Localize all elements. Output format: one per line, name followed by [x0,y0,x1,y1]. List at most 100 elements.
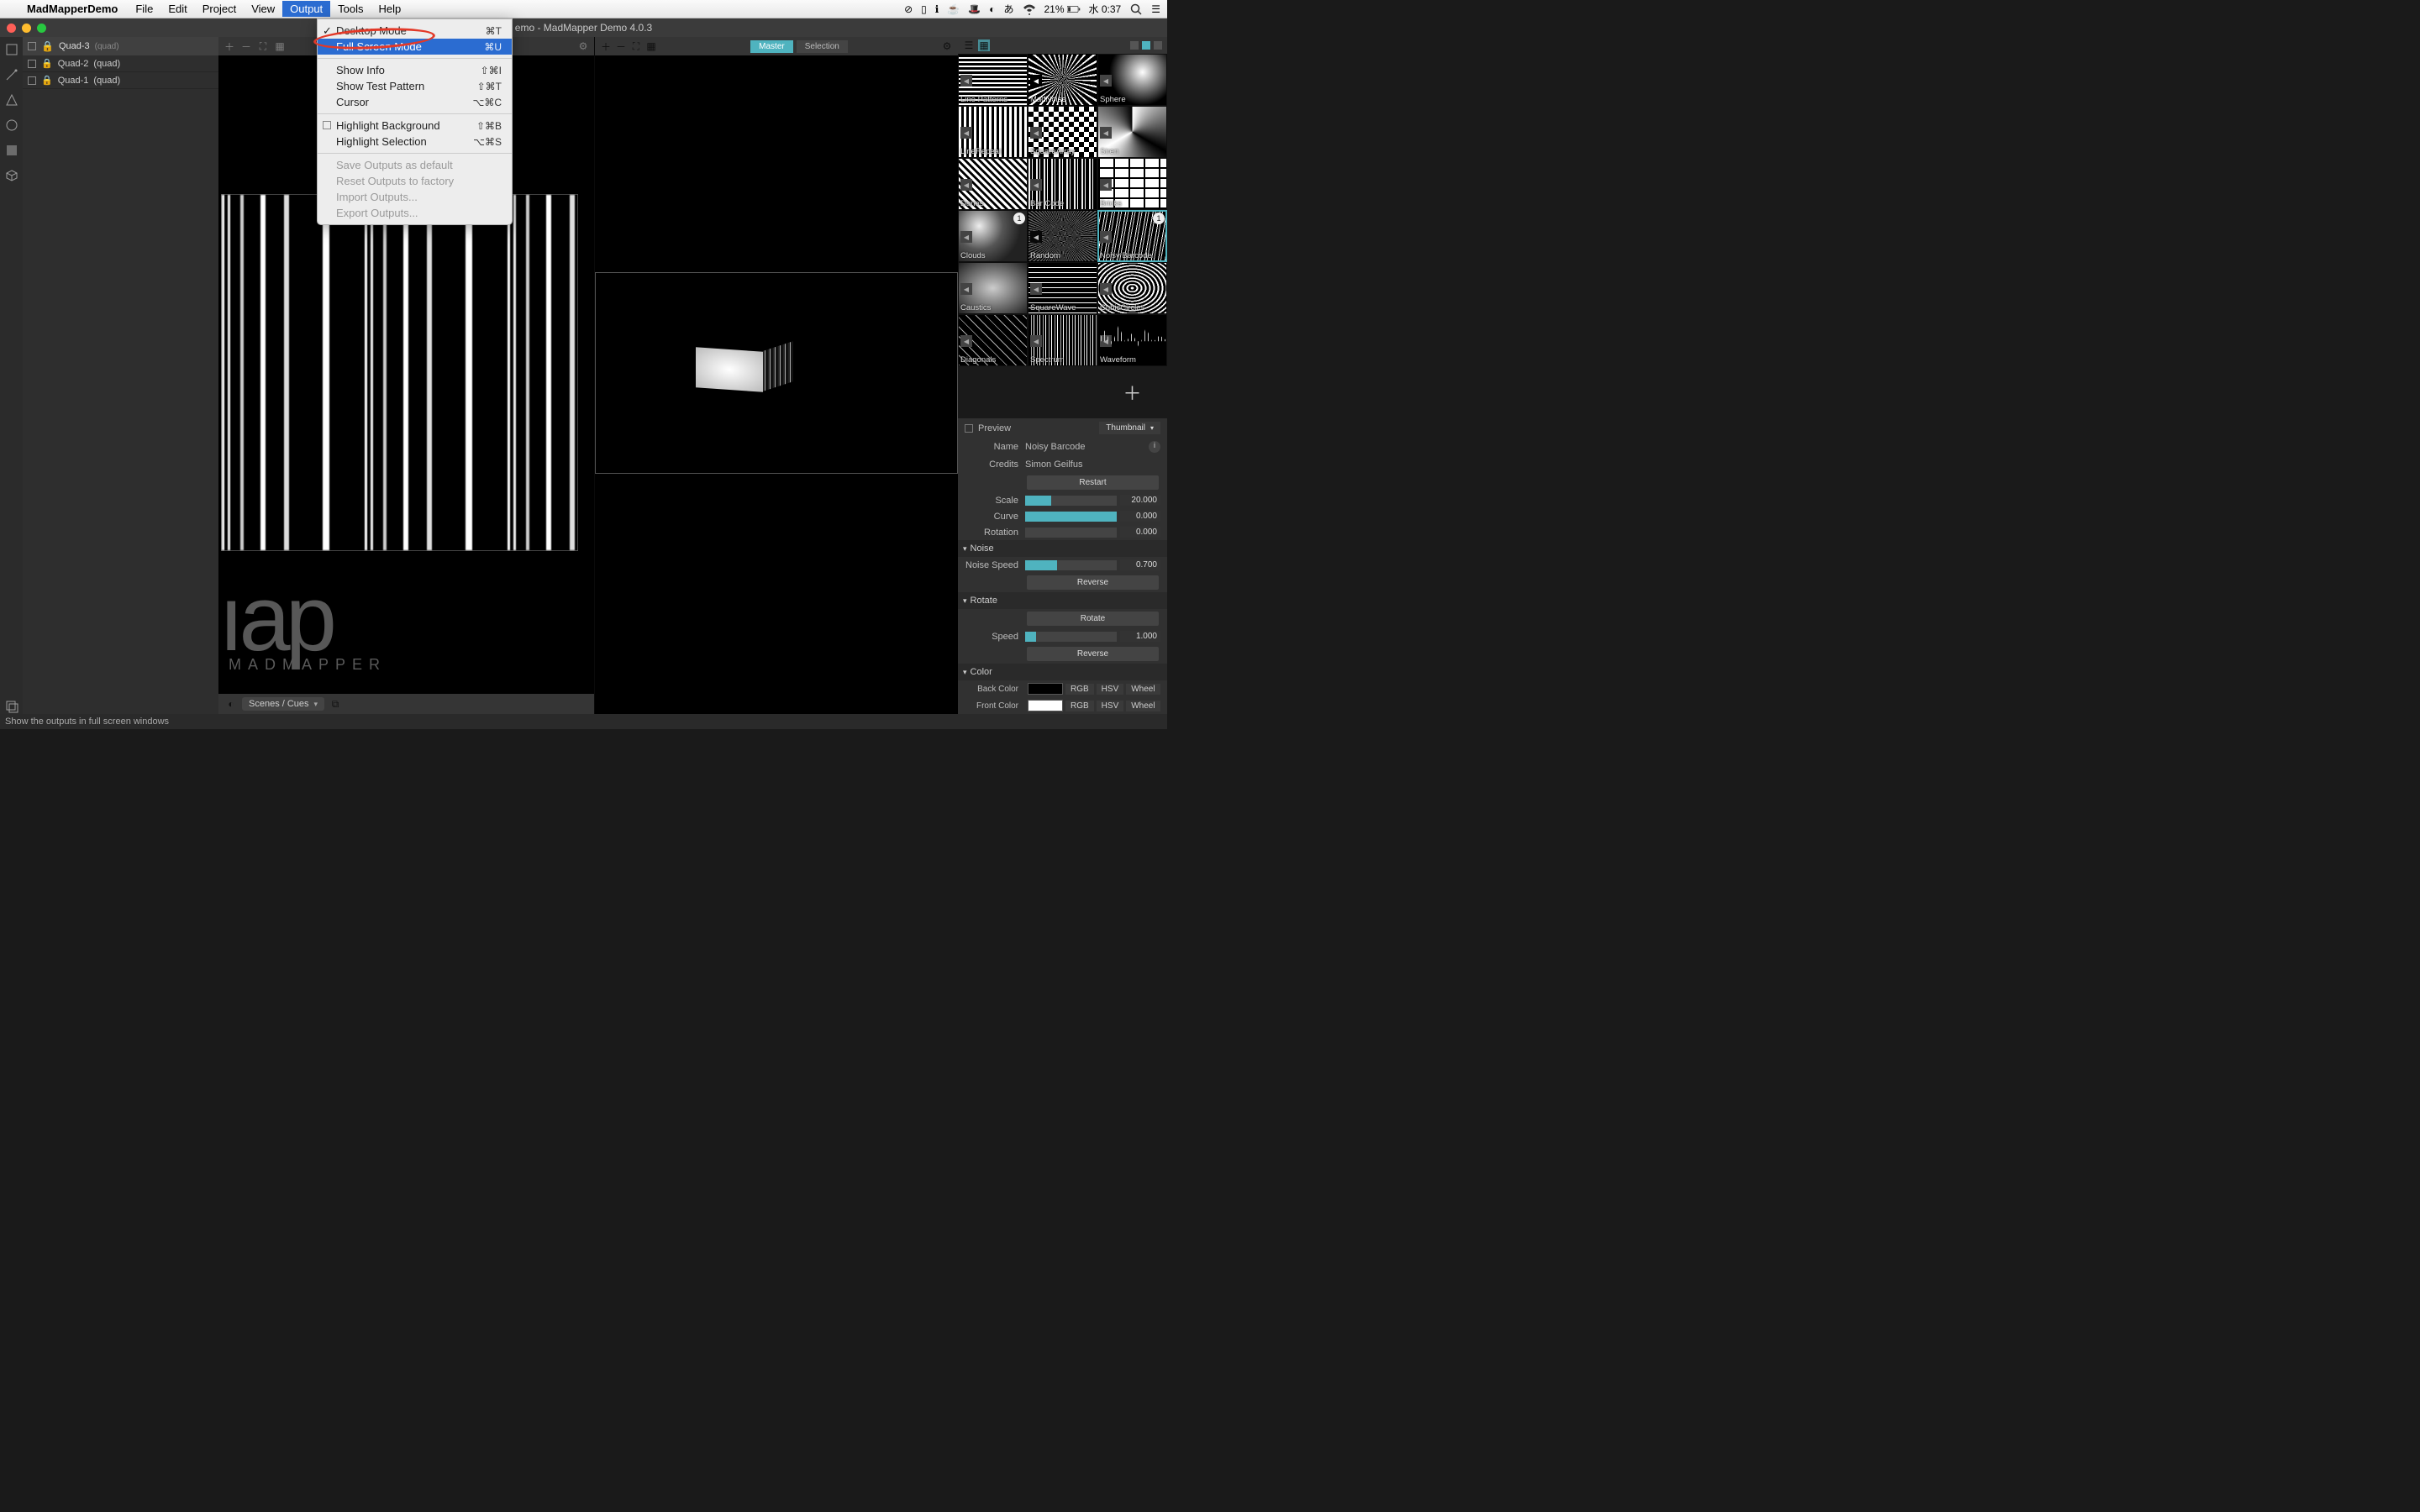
play-icon[interactable]: ◀ [1030,75,1042,87]
expand-icon[interactable]: ⛶ [630,40,642,52]
play-icon[interactable]: ◀ [1100,231,1112,243]
section-color[interactable]: Color [958,664,1167,680]
app-name[interactable]: MadMapperDemo [27,3,118,15]
thumbnail-dropdown[interactable]: Thumbnail [1099,422,1160,434]
material-squarewave[interactable]: ◀SquareWave [1028,262,1097,314]
close-button[interactable] [7,24,16,33]
rotate-button[interactable]: Rotate [1027,612,1159,626]
slider-scale[interactable]: Scale20.000 [958,492,1167,508]
add-icon[interactable]: ＋ [600,40,612,52]
add-material-button[interactable]: ＋ [1097,366,1167,418]
noise-reverse-button[interactable]: Reverse [1027,575,1159,590]
visibility-icon[interactable] [28,76,36,85]
zoom-button[interactable] [37,24,46,33]
play-icon[interactable]: ◀ [960,231,972,243]
clock[interactable]: 水 0:37 [1089,2,1122,16]
play-icon[interactable]: ◀ [1030,283,1042,295]
list-view-icon[interactable]: ☰ [963,39,975,51]
menu-tools[interactable]: Tools [330,1,371,17]
expand-icon[interactable]: ⛶ [257,40,269,52]
slider-curve[interactable]: Curve0.000 [958,508,1167,524]
mode-wheel[interactable]: Wheel [1126,701,1160,711]
visibility-icon[interactable] [28,42,36,50]
surface-row[interactable]: 🔒Quad-1(quad) [23,72,218,89]
play-icon[interactable]: ◀ [960,335,972,347]
mode-wheel[interactable]: Wheel [1126,684,1160,695]
play-icon[interactable]: ◀ [1100,283,1112,295]
play-icon[interactable]: ◀ [960,283,972,295]
status-icon[interactable]: 🎩 [968,3,981,15]
menu-view[interactable]: View [244,1,282,17]
wifi-icon[interactable] [1023,3,1036,16]
play-icon[interactable]: ◀ [1030,231,1042,243]
menu-edit[interactable]: Edit [160,1,194,17]
material-spectrum[interactable]: ◀Spectrum [1028,314,1097,366]
status-icon[interactable]: ⊘ [904,3,913,15]
gear-icon[interactable]: ⚙ [577,40,589,52]
surface-row[interactable]: 🔒Quad-3(quad) [23,37,218,55]
menu-file[interactable]: File [128,1,160,17]
play-icon[interactable]: ◀ [1100,75,1112,87]
info-icon[interactable]: i [1149,441,1160,453]
material-line-patterns[interactable]: ◀Line Patterns [958,54,1028,106]
tool-triangle-icon[interactable] [4,92,19,108]
back-color-swatch[interactable] [1028,683,1063,695]
material-dunes[interactable]: ◀Dunes [958,158,1028,210]
play-icon[interactable]: ◀ [960,127,972,139]
material-siren[interactable]: ◀Siren [1097,106,1167,158]
front-color-swatch[interactable] [1028,700,1063,711]
menu-desktop-mode[interactable]: Desktop Mode⌘T [318,23,512,39]
restart-button[interactable]: Restart [1027,475,1159,490]
gear-icon[interactable]: ⚙ [941,40,953,52]
material-diagonals[interactable]: ◀Diagonals [958,314,1028,366]
material-squarearray[interactable]: ◀SquareArray [1028,106,1097,158]
material-bar-code[interactable]: ◀Bar Code [1028,158,1097,210]
scenes-dropdown[interactable]: Scenes / Cues [242,697,324,711]
tool-ellipse-icon[interactable] [4,118,19,133]
lock-icon[interactable]: 🔒 [41,58,53,69]
menu-output[interactable]: Output [282,1,330,17]
spotlight-icon[interactable] [1129,3,1143,16]
material-madnoise[interactable]: ◀MadNoise [1028,54,1097,106]
status-icon[interactable]: ◐ [989,3,995,15]
play-icon[interactable]: ◀ [960,75,972,87]
material-noisy-barcode[interactable]: ◀1Noisy Barcode [1097,210,1167,262]
material-random[interactable]: ◀Random [1028,210,1097,262]
mode-hsv[interactable]: HSV [1097,684,1124,695]
tool-3d-icon[interactable] [4,168,19,183]
minimize-button[interactable] [22,24,31,33]
tool-fixture-icon[interactable] [4,699,19,714]
popout-icon[interactable]: ⧉ [329,698,341,710]
material-bricks[interactable]: ◀Bricks [1097,158,1167,210]
status-icon[interactable]: ℹ [935,3,939,15]
material-sphere[interactable]: ◀Sphere [1097,54,1167,106]
material-clouds[interactable]: ◀1Clouds [958,210,1028,262]
menu-icon[interactable]: ☰ [1151,3,1160,15]
status-icon[interactable]: あ [1003,2,1013,16]
status-icon[interactable]: ▯ [921,3,927,15]
menu-help[interactable]: Help [371,1,409,17]
mode-a[interactable] [1130,41,1139,50]
remove-icon[interactable]: － [240,40,252,52]
tool-line-icon[interactable] [4,67,19,82]
mapped-object[interactable] [696,341,797,391]
play-icon[interactable]: ◀ [1030,127,1042,139]
collapse-icon[interactable]: ◐ [225,698,237,710]
grid-view-icon[interactable]: ▦ [978,39,990,51]
menu-highlight-background[interactable]: Highlight Background⇧⌘B [318,118,512,134]
visibility-icon[interactable] [28,60,36,68]
play-icon[interactable]: ◀ [1100,179,1112,191]
menu-show-test-pattern[interactable]: Show Test Pattern⇧⌘T [318,78,512,94]
section-rotate[interactable]: Rotate [958,592,1167,609]
preview-checkbox[interactable] [965,424,973,433]
play-icon[interactable]: ◀ [1100,335,1112,347]
remove-icon[interactable]: － [615,40,627,52]
play-icon[interactable]: ◀ [1030,335,1042,347]
tool-mask-icon[interactable] [4,143,19,158]
material-caustics[interactable]: ◀Caustics [958,262,1028,314]
mode-b[interactable] [1142,41,1150,50]
slider-rotation[interactable]: Rotation0.000 [958,524,1167,540]
section-noise[interactable]: Noise [958,540,1167,557]
menu-highlight-selection[interactable]: Highlight Selection⌥⌘S [318,134,512,150]
lock-icon[interactable]: 🔒 [41,40,54,52]
